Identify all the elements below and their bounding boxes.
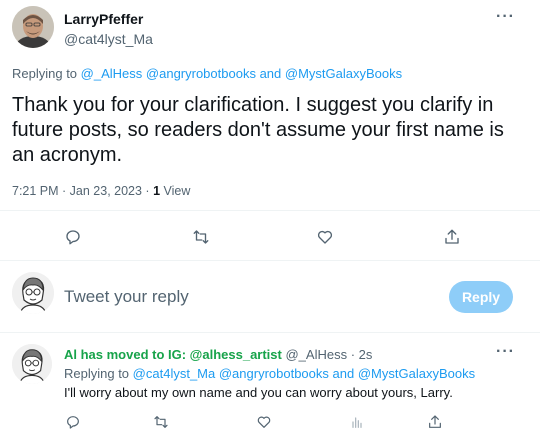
current-user-avatar (12, 272, 54, 314)
reply-replying-to-line: Replying to @cat4lyst_Ma @angryrobotbook… (64, 366, 475, 381)
replying-to-line: Replying to @_AlHess @angryrobotbooks an… (12, 66, 402, 81)
reply-icon[interactable] (58, 407, 88, 437)
tweet-text: Thank you for your clarification. I sugg… (12, 94, 504, 166)
reply-input[interactable]: Tweet your reply (64, 287, 189, 307)
divider (0, 332, 540, 333)
share-icon[interactable] (420, 407, 450, 437)
author-handle[interactable]: @cat4lyst_Ma (64, 31, 153, 47)
divider (0, 210, 540, 211)
mention-link[interactable]: @_AlHess (81, 66, 143, 81)
reply-button[interactable]: Reply (449, 281, 513, 313)
author-avatar[interactable] (12, 6, 54, 48)
reply-author-name[interactable]: Al has moved to IG: @alhess_artist (64, 347, 282, 362)
reply-icon[interactable] (58, 222, 88, 252)
view-label: View (160, 184, 191, 198)
more-options-icon[interactable]: ··· (496, 343, 515, 361)
reply-author-avatar[interactable] (12, 344, 52, 384)
analytics-icon[interactable] (342, 407, 372, 437)
retweet-icon[interactable] (146, 407, 176, 437)
mention-link[interactable]: @MystGalaxyBooks (358, 366, 475, 381)
like-icon[interactable] (249, 407, 279, 437)
share-icon[interactable] (437, 222, 467, 252)
replying-prefix: Replying to (64, 366, 130, 381)
more-options-icon[interactable]: ··· (496, 8, 515, 26)
replying-and: and (259, 66, 282, 81)
view-count: 1 (153, 184, 161, 198)
like-icon[interactable] (310, 222, 340, 252)
replying-and: and (332, 366, 355, 381)
mention-link[interactable]: @angryrobotbooks (146, 66, 256, 81)
mention-link[interactable]: @angryrobotbooks (219, 366, 329, 381)
mention-link[interactable]: @cat4lyst_Ma (133, 366, 216, 381)
reply-author-handle[interactable]: @_AlHess · 2s (285, 347, 372, 362)
reply-header: Al has moved to IG: @alhess_artist @_AlH… (64, 347, 372, 362)
tweet-meta: 7:21 PM · Jan 23, 2023 · 1 View (12, 184, 190, 198)
reply-text: I'll worry about my own name and you can… (64, 385, 453, 400)
replying-prefix: Replying to (12, 66, 78, 81)
mention-link[interactable]: @MystGalaxyBooks (285, 66, 402, 81)
retweet-icon[interactable] (186, 222, 216, 252)
divider (0, 260, 540, 261)
tweet-timestamp[interactable]: 7:21 PM · Jan 23, 2023 · (12, 184, 153, 198)
author-name[interactable]: LarryPfeffer (64, 11, 143, 27)
